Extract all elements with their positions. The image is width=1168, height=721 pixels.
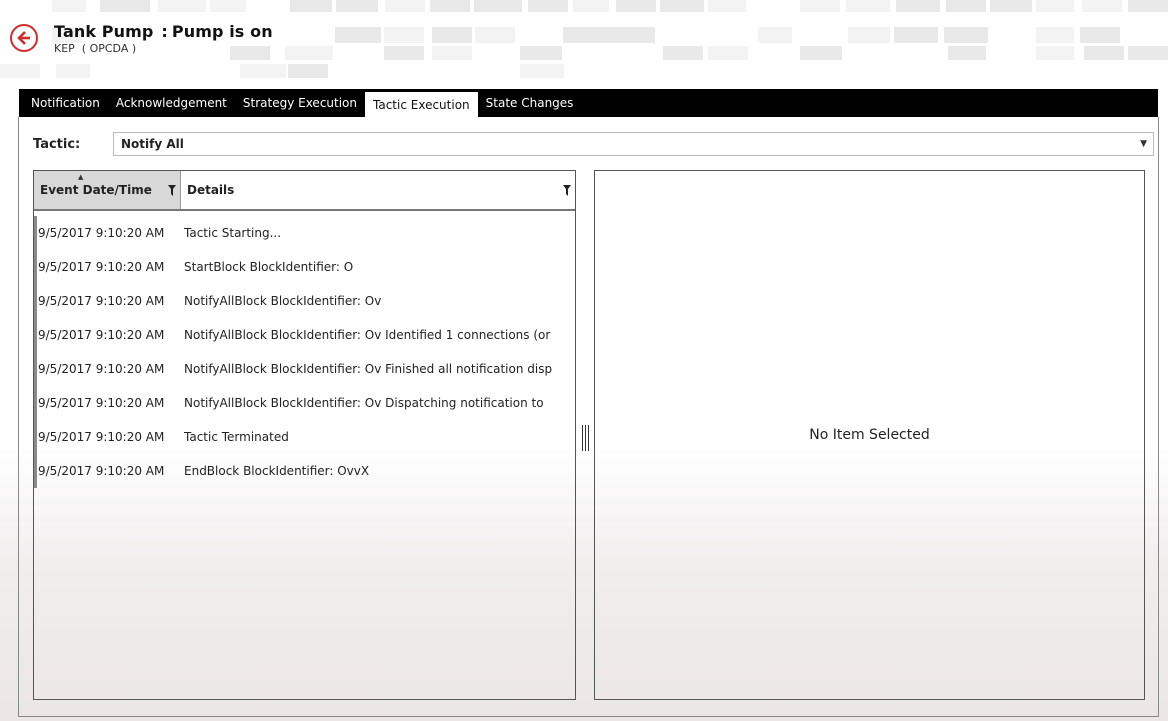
- row-details: StartBlock BlockIdentifier: O: [184, 260, 354, 274]
- row-date: 9/5/2017 9:10:20 AM: [38, 430, 165, 444]
- detail-panel: No Item Selected: [594, 170, 1145, 700]
- title-block: Tank Pump: Pump is on KEP ( OPCDA ): [54, 22, 273, 55]
- table-row[interactable]: 9/5/2017 9:10:20 AM EndBlock BlockIdentif…: [34, 454, 575, 488]
- table-row[interactable]: 9/5/2017 9:10:20 AM NotifyAllBlock BlockI…: [34, 386, 575, 420]
- back-button[interactable]: [10, 24, 38, 52]
- row-details: NotifyAllBlock BlockIdentifier: Ov Dispa…: [184, 396, 544, 410]
- column-label-details: Details: [187, 183, 235, 197]
- event-grid: ▲ Event Date/Time Details 9/5/2017 9:10:…: [33, 170, 576, 700]
- grid-rows: 9/5/2017 9:10:20 AM Tactic Starting... 9/…: [34, 211, 575, 488]
- table-row[interactable]: 9/5/2017 9:10:20 AM StartBlock BlockIdent…: [34, 250, 575, 284]
- panel-splitter[interactable]: [578, 425, 592, 453]
- row-details: EndBlock BlockIdentifier: OvvX: [184, 464, 370, 478]
- tab-state-changes[interactable]: State Changes: [478, 89, 582, 117]
- page-title: Tank Pump: Pump is on: [54, 22, 273, 41]
- tactic-row: Tactic: Notify All ▼: [25, 131, 1154, 157]
- row-date: 9/5/2017 9:10:20 AM: [38, 260, 165, 274]
- row-date: 9/5/2017 9:10:20 AM: [38, 464, 165, 478]
- page-header: Tank Pump: Pump is on KEP ( OPCDA ): [10, 22, 273, 64]
- table-row[interactable]: 9/5/2017 9:10:20 AM Tactic Starting...: [34, 216, 575, 250]
- no-item-selected-message: No Item Selected: [809, 427, 930, 443]
- row-details: Tactic Starting...: [184, 226, 282, 240]
- tab-bar: Notification Acknowledgement Strategy Ex…: [19, 89, 1158, 117]
- tab-strategy-execution[interactable]: Strategy Execution: [235, 89, 365, 117]
- row-details: NotifyAllBlock BlockIdentifier: Ov Finis…: [184, 362, 553, 376]
- filter-icon[interactable]: [168, 184, 176, 196]
- splitter-grip-icon: [581, 425, 583, 451]
- row-details: NotifyAllBlock BlockIdentifier: Ov: [184, 294, 382, 308]
- title-status: Pump is on: [171, 22, 273, 41]
- row-date: 9/5/2017 9:10:20 AM: [38, 328, 165, 342]
- table-row[interactable]: 9/5/2017 9:10:20 AM Tactic Terminated: [34, 420, 575, 454]
- row-details: Tactic Terminated: [184, 430, 289, 444]
- table-row[interactable]: 9/5/2017 9:10:20 AM NotifyAllBlock BlockI…: [34, 318, 575, 352]
- tactic-label: Tactic:: [33, 136, 81, 152]
- row-details: NotifyAllBlock BlockIdentifier: Ov Ident…: [184, 328, 551, 342]
- column-header-details[interactable]: Details: [181, 171, 575, 209]
- back-arrow-icon: [17, 31, 30, 45]
- table-row[interactable]: 9/5/2017 9:10:20 AM NotifyAllBlock BlockI…: [34, 284, 575, 318]
- row-date: 9/5/2017 9:10:20 AM: [38, 294, 165, 308]
- chevron-down-icon: ▼: [1140, 139, 1147, 149]
- tab-notification[interactable]: Notification: [23, 89, 108, 117]
- tab-tactic-execution[interactable]: Tactic Execution: [365, 92, 478, 117]
- title-separator: :: [161, 22, 168, 41]
- sort-ascending-icon: ▲: [78, 173, 84, 181]
- column-label-event-date: Event Date/Time: [40, 183, 152, 197]
- tactic-dropdown[interactable]: Notify All ▼: [113, 132, 1154, 156]
- tactic-selected-value: Notify All: [121, 137, 184, 151]
- page-subtitle: KEP ( OPCDA ): [54, 42, 137, 55]
- title-name: Tank Pump: [54, 22, 154, 41]
- row-date: 9/5/2017 9:10:20 AM: [38, 396, 165, 410]
- tab-acknowledgement[interactable]: Acknowledgement: [108, 89, 235, 117]
- column-header-event-date[interactable]: ▲ Event Date/Time: [34, 171, 181, 209]
- filter-icon[interactable]: [563, 184, 571, 196]
- table-row[interactable]: 9/5/2017 9:10:20 AM NotifyAllBlock BlockI…: [34, 352, 575, 386]
- grid-header: ▲ Event Date/Time Details: [34, 171, 575, 211]
- row-date: 9/5/2017 9:10:20 AM: [38, 362, 165, 376]
- row-date: 9/5/2017 9:10:20 AM: [38, 226, 165, 240]
